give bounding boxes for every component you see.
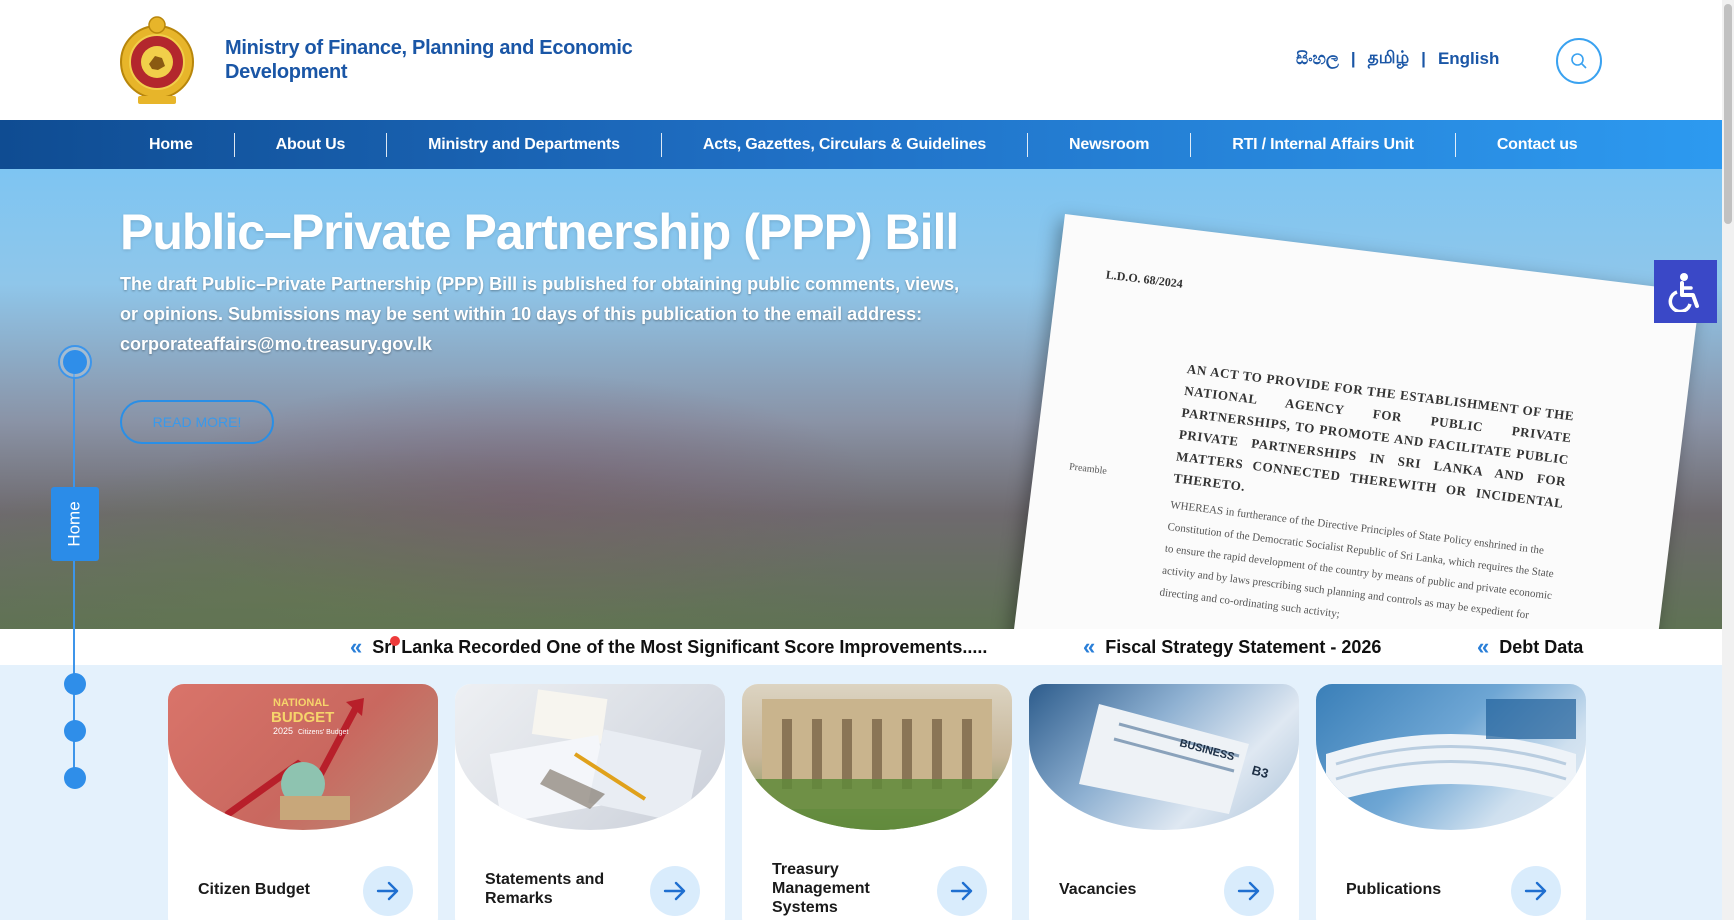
language-switcher: සිංහල | தமிழ் | English — [1296, 48, 1499, 70]
magazines-graphic — [1326, 699, 1576, 804]
arrow-right-icon — [663, 881, 686, 901]
card-label: Statements and Remarks — [485, 871, 605, 907]
read-more-button[interactable]: READ MORE! — [120, 400, 274, 444]
citizen-budget-image: NATIONAL BUDGET 2025 Citizens' Budget — [168, 684, 438, 830]
card-label: Citizen Budget — [198, 881, 310, 898]
ticker-text[interactable]: Sri Lanka Recorded One of the Most Signi… — [372, 637, 987, 658]
accessibility-button[interactable] — [1654, 260, 1717, 323]
card-label: Publications — [1346, 881, 1442, 898]
treasury-building-image — [742, 684, 1012, 830]
card-publications[interactable]: Publications — [1316, 684, 1586, 920]
bill-document-image: L.D.O. 68/2024 AN ACT TO PROVIDE FOR THE… — [1004, 214, 1701, 629]
page-scrollbar[interactable] — [1722, 0, 1734, 920]
ticker-text[interactable]: Fiscal Strategy Statement - 2026 — [1105, 637, 1381, 658]
double-chevron-left-icon: « — [1477, 634, 1489, 659]
national-emblem-icon[interactable] — [118, 12, 196, 108]
card-treasury-management[interactable]: Treasury Management Systems — [742, 684, 1012, 920]
card-arrow-button[interactable] — [363, 866, 413, 916]
side-home-tab[interactable]: Home — [51, 487, 99, 561]
ministry-name[interactable]: Ministry of Finance, Planning and Econom… — [225, 36, 645, 84]
treasury-graphic — [742, 699, 1012, 830]
quick-links: NATIONAL BUDGET 2025 Citizens' Budget Ci… — [168, 684, 1588, 920]
card-vacancies[interactable]: BUSINESS B3 Vacancies — [1029, 684, 1299, 920]
card-label: Treasury Management Systems — [772, 861, 870, 916]
slider-timeline — [73, 361, 75, 779]
budget-word-national: NATIONAL — [273, 697, 329, 709]
slider-dot[interactable] — [64, 720, 86, 742]
search-icon — [1571, 53, 1587, 69]
lang-tamil[interactable]: தமிழ் — [1368, 48, 1410, 70]
nav-home[interactable]: Home — [108, 132, 235, 157]
scrollbar-thumb[interactable] — [1724, 4, 1732, 224]
budget-graphic: NATIONAL BUDGET 2025 Citizens' Budget — [224, 697, 364, 820]
slider-dot[interactable] — [64, 673, 86, 695]
card-arrow-button[interactable] — [1224, 866, 1274, 916]
site-header: Ministry of Finance, Planning and Econom… — [0, 0, 1722, 120]
nav-newsroom[interactable]: Newsroom — [1028, 132, 1192, 157]
arrow-right-icon — [1524, 881, 1547, 901]
double-chevron-left-icon: « — [1083, 634, 1095, 659]
nav-about-us[interactable]: About Us — [235, 132, 388, 157]
ticker-text[interactable]: Debt Data — [1499, 637, 1583, 658]
arrow-right-icon — [950, 881, 973, 901]
budget-word-citizens: Citizens' Budget — [298, 729, 348, 736]
budget-word-year: 2025 — [273, 726, 293, 736]
newspaper-b3-text: B3 — [1250, 762, 1270, 781]
new-indicator-dot — [390, 636, 400, 646]
doc-ref: L.D.O. 68/2024 — [1105, 267, 1184, 291]
arrow-right-icon — [376, 881, 399, 901]
vacancies-image: BUSINESS B3 — [1029, 684, 1299, 830]
lang-english[interactable]: English — [1438, 49, 1499, 69]
hero-banner: L.D.O. 68/2024 AN ACT TO PROVIDE FOR THE… — [0, 169, 1722, 629]
search-button[interactable] — [1556, 38, 1602, 84]
card-arrow-button[interactable] — [1511, 866, 1561, 916]
hero-description: The draft Public–Private Partnership (PP… — [120, 274, 960, 354]
doc-preamble-label: Preamble — [1068, 461, 1108, 477]
card-arrow-button[interactable] — [650, 866, 700, 916]
news-ticker: « Sri Lanka Recorded One of the Most Sig… — [0, 629, 1722, 665]
ticker-item[interactable]: « Sri Lanka Recorded One of the Most Sig… — [350, 629, 987, 665]
card-arrow-button[interactable] — [937, 866, 987, 916]
slider-dot-active[interactable] — [58, 345, 92, 379]
card-statements-remarks[interactable]: Statements and Remarks — [455, 684, 725, 920]
budget-word-budget: BUDGET — [271, 709, 334, 726]
side-home-label: Home — [64, 501, 84, 547]
nav-ministry-departments[interactable]: Ministry and Departments — [387, 132, 662, 157]
slider-dot[interactable] — [64, 767, 86, 789]
nav-contact-us[interactable]: Contact us — [1456, 133, 1619, 157]
lang-separator: | — [1350, 49, 1356, 68]
nav-acts-gazettes[interactable]: Acts, Gazettes, Circulars & Guidelines — [662, 132, 1029, 157]
lang-sinhala[interactable]: සිංහල — [1296, 49, 1339, 69]
wheelchair-icon — [1668, 272, 1699, 312]
nav-rti[interactable]: RTI / Internal Affairs Unit — [1191, 132, 1456, 157]
main-nav: Home About Us Ministry and Departments A… — [0, 120, 1722, 169]
publications-image — [1316, 684, 1586, 830]
hero-title: Public–Private Partnership (PPP) Bill — [120, 204, 959, 260]
lang-separator: | — [1421, 49, 1426, 68]
card-label: Vacancies — [1059, 881, 1137, 898]
card-citizen-budget[interactable]: NATIONAL BUDGET 2025 Citizens' Budget Ci… — [168, 684, 438, 920]
ticker-item[interactable]: « Fiscal Strategy Statement - 2026 — [1083, 629, 1381, 665]
ticker-item[interactable]: « Debt Data — [1477, 629, 1583, 665]
statements-graphic — [489, 689, 702, 824]
statements-image — [455, 684, 725, 830]
newspaper-graphic: BUSINESS B3 — [1079, 704, 1270, 814]
arrow-right-icon — [1237, 881, 1260, 901]
double-chevron-left-icon: « — [350, 634, 362, 659]
